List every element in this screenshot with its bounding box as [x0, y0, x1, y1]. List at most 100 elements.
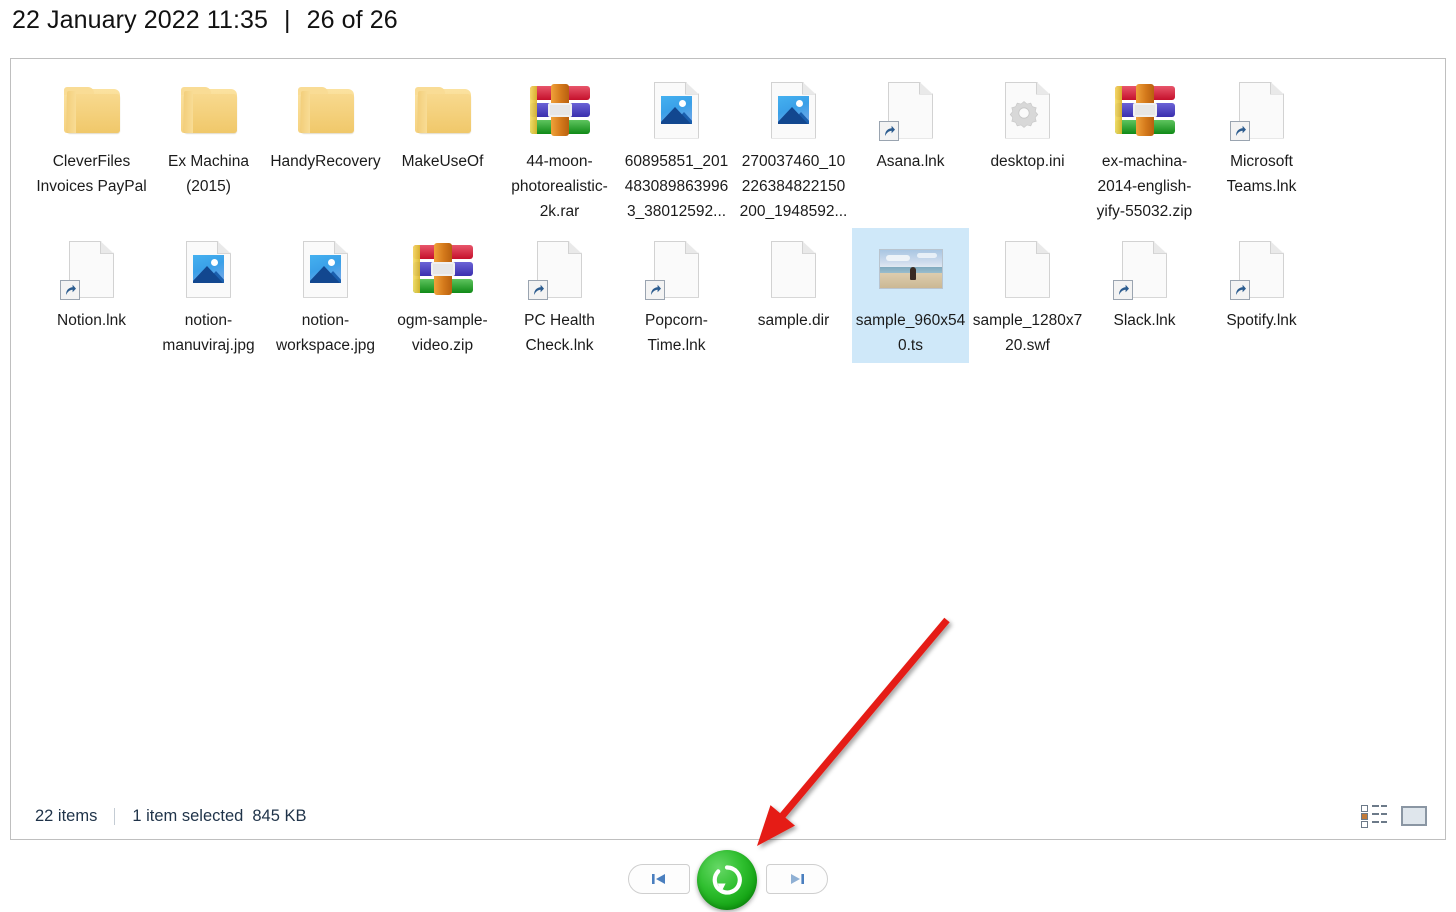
file-icon-container [294, 75, 358, 145]
file-item[interactable]: Slack.lnk [1086, 228, 1203, 362]
image-file-icon [303, 240, 348, 298]
file-icon-container [177, 75, 241, 145]
file-item[interactable]: sample.dir [735, 228, 852, 362]
file-item[interactable]: Spotify.lnk [1203, 228, 1320, 362]
file-item[interactable]: HandyRecovery [267, 69, 384, 228]
file-icon-container [60, 234, 124, 304]
file-grid: CleverFiles Invoices PayPal Ex Machina (2… [33, 69, 1425, 363]
restore-refresh-icon [709, 862, 745, 898]
file-icon-container [1113, 75, 1177, 145]
file-icon-container [411, 234, 475, 304]
file-icon-container [1230, 234, 1294, 304]
status-bar: 22 items 1 item selected 845 KB [11, 793, 1445, 839]
folder-icon [180, 87, 237, 133]
skip-to-end-icon [787, 871, 807, 887]
file-item[interactable]: Notion.lnk [33, 228, 150, 362]
file-label: Ex Machina (2015) [168, 153, 249, 196]
file-label: CleverFiles Invoices PayPal [36, 153, 147, 196]
file-label: Slack.lnk [1113, 312, 1176, 330]
file-item[interactable]: 44-moon-photorealistic-2k.rar [501, 69, 618, 228]
image-thumbnail-glyph [310, 254, 341, 283]
file-item[interactable]: 270037460_10226384822150200_1948592... [735, 69, 852, 228]
image-file-icon [654, 81, 699, 139]
skip-to-end-button[interactable] [766, 864, 828, 894]
ini-gear-file-icon [1005, 81, 1050, 139]
file-explorer-panel: CleverFiles Invoices PayPal Ex Machina (2… [10, 58, 1446, 840]
status-selection: 1 item selected [132, 806, 244, 825]
file-label: HandyRecovery [270, 153, 381, 170]
file-label: Notion.lnk [57, 312, 126, 330]
skip-to-start-button[interactable] [628, 864, 690, 894]
shortcut-arrow-icon [528, 279, 548, 300]
file-label: notion-workspace.jpg [275, 312, 376, 355]
status-bar-right [1361, 804, 1427, 828]
file-item[interactable]: 60895851_2014830898639963_38012592... [618, 69, 735, 228]
file-item[interactable]: PC Health Check.lnk [501, 228, 618, 362]
file-item[interactable]: notion-manuviraj.jpg [150, 228, 267, 362]
file-item[interactable]: ogm-sample-video.zip [384, 228, 501, 362]
file-item[interactable]: ex-machina-2014-english-yify-55032.zip [1086, 69, 1203, 228]
blank-file-icon [771, 240, 816, 298]
winrar-archive-icon [529, 84, 590, 136]
shortcut-arrow-icon [1113, 279, 1133, 300]
image-thumbnail-glyph [193, 254, 224, 283]
details-view-icon[interactable] [1361, 804, 1387, 828]
file-icon-container [528, 75, 592, 145]
image-file-icon [771, 81, 816, 139]
shortcut-arrow-icon [1230, 120, 1250, 141]
file-label: sample_960x540.ts [855, 312, 966, 355]
file-label: 60895851_2014830898639963_38012592... [624, 153, 729, 221]
shortcut-file-icon [528, 240, 582, 300]
file-icon-container [996, 234, 1060, 304]
details-view-square [1361, 821, 1368, 828]
gear-icon [1009, 98, 1039, 128]
header-datetime: 22 January 2022 11:35 [12, 6, 269, 34]
blank-file-icon [1005, 240, 1050, 298]
winrar-archive-icon [1114, 84, 1175, 136]
shortcut-file-icon [645, 240, 699, 300]
shortcut-file-icon [60, 240, 114, 300]
details-view-square [1361, 805, 1368, 812]
file-label: sample_1280x720.swf [972, 312, 1083, 355]
shortcut-file-icon [879, 81, 933, 141]
file-label: Spotify.lnk [1226, 312, 1297, 330]
file-item[interactable]: CleverFiles Invoices PayPal [33, 69, 150, 228]
image-thumbnail-glyph [778, 95, 809, 124]
file-label: 44-moon-photorealistic-2k.rar [511, 153, 608, 221]
file-icon-container [879, 75, 943, 145]
file-label: Asana.lnk [876, 153, 945, 170]
folder-icon [297, 87, 354, 133]
file-item[interactable]: Popcorn-Time.lnk [618, 228, 735, 362]
header-bar: 22 January 2022 11:35 | 26 of 26 [12, 6, 398, 35]
file-label: Microsoft Teams.lnk [1226, 153, 1297, 196]
file-item[interactable]: Microsoft Teams.lnk [1203, 69, 1320, 228]
file-label: PC Health Check.lnk [524, 312, 595, 355]
image-thumbnail-glyph [661, 95, 692, 124]
file-item[interactable]: Asana.lnk [852, 69, 969, 228]
file-item[interactable]: notion-workspace.jpg [267, 228, 384, 362]
header-separator: | [284, 6, 291, 34]
file-icon-container [762, 234, 826, 304]
details-view-line [1381, 813, 1387, 815]
file-item[interactable]: MakeUseOf [384, 69, 501, 228]
restore-refresh-button[interactable] [697, 850, 757, 910]
file-item[interactable]: sample_1280x720.swf [969, 228, 1086, 362]
status-selection-size: 845 KB [252, 806, 307, 825]
file-icon-container [762, 75, 826, 145]
thumbnails-view-frame [1401, 806, 1427, 826]
shortcut-arrow-icon [645, 279, 665, 300]
winrar-archive-icon [412, 243, 473, 296]
file-item[interactable]: Ex Machina (2015) [150, 69, 267, 228]
details-view-line [1381, 805, 1387, 807]
details-view-line [1372, 821, 1379, 823]
details-view-line [1381, 821, 1387, 823]
shortcut-arrow-icon [879, 120, 899, 141]
image-file-icon [186, 240, 231, 298]
file-icon-container [1230, 75, 1294, 145]
file-icon-container [528, 234, 592, 304]
shortcut-arrow-icon [1230, 279, 1250, 300]
thumbnails-view-icon[interactable] [1401, 804, 1427, 828]
file-item[interactable]: sample_960x540.ts [852, 228, 969, 363]
file-item[interactable]: desktop.ini [969, 69, 1086, 228]
file-label: Popcorn-Time.lnk [645, 312, 708, 355]
